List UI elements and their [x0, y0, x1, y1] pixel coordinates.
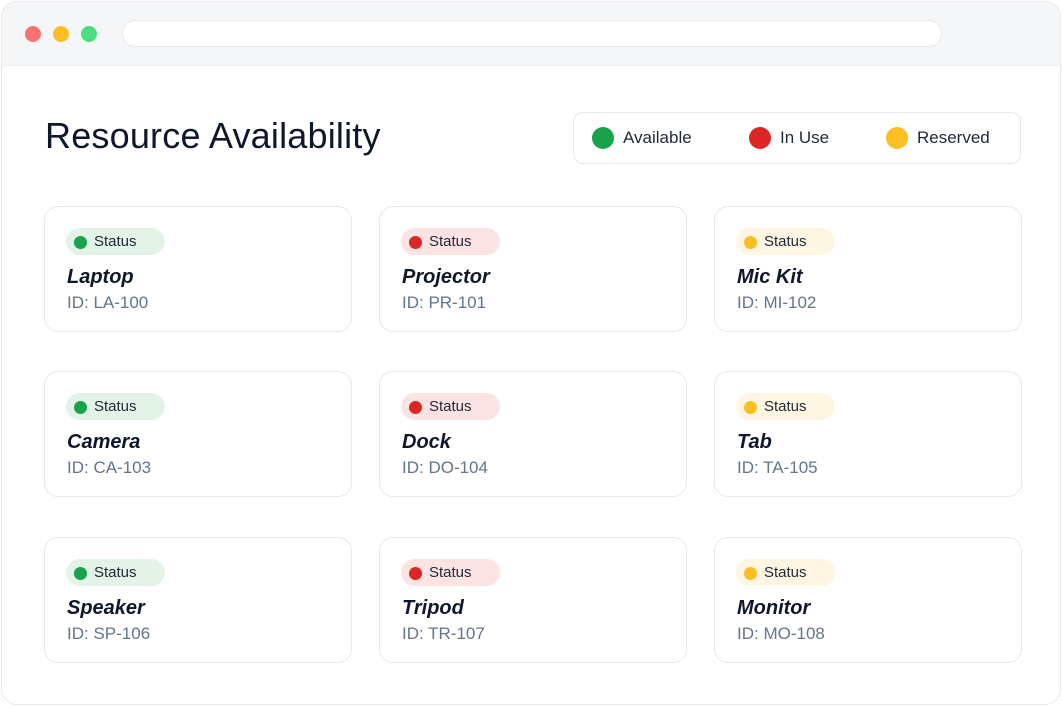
status-dot-icon: [409, 236, 422, 249]
resource-name: Laptop: [67, 266, 134, 288]
resource-id: ID: DO-104: [402, 458, 488, 477]
resource-name: Projector: [402, 266, 490, 288]
reserved-dot-icon: [886, 127, 908, 149]
status-badge-label: Status: [764, 233, 807, 250]
resource-name: Speaker: [67, 597, 145, 619]
status-badge-label: Status: [764, 564, 807, 581]
minimize-window-button[interactable]: [53, 26, 69, 42]
page-title: Resource Availability: [45, 115, 381, 156]
status-dot-icon: [409, 401, 422, 414]
resource-id: ID: LA-100: [67, 293, 149, 312]
resource-card[interactable]: Status Camera ID: CA-103: [44, 371, 352, 497]
status-dot-icon: [744, 567, 757, 580]
status-badge: Status: [401, 393, 500, 420]
close-window-button[interactable]: [25, 26, 41, 42]
status-badge-label: Status: [94, 564, 137, 581]
in-use-dot-icon: [749, 127, 771, 149]
status-dot-icon: [744, 236, 757, 249]
maximize-window-button[interactable]: [81, 26, 97, 42]
resource-name: Tab: [737, 431, 772, 453]
resource-card[interactable]: Status Monitor ID: MO-108: [714, 537, 1022, 663]
resource-name: Dock: [402, 431, 451, 453]
resource-id: ID: SP-106: [67, 624, 151, 643]
status-badge: Status: [401, 228, 500, 255]
resource-card[interactable]: Status Mic Kit ID: MI-102: [714, 206, 1022, 332]
resource-card[interactable]: Status Tab ID: TA-105: [714, 371, 1022, 497]
resource-name: Tripod: [402, 597, 464, 619]
resource-name: Monitor: [737, 597, 811, 619]
resource-name: Camera: [67, 431, 141, 453]
status-badge: Status: [736, 559, 835, 586]
available-dot-icon: [592, 127, 614, 149]
resource-card[interactable]: Status Tripod ID: TR-107: [379, 537, 687, 663]
status-dot-icon: [74, 236, 87, 249]
window-titlebar: [2, 2, 1060, 66]
status-dot-icon: [744, 401, 757, 414]
status-badge-label: Status: [94, 233, 137, 250]
legend-label: Reserved: [917, 128, 990, 147]
address-bar[interactable]: [122, 20, 942, 47]
status-badge-label: Status: [94, 398, 137, 415]
legend-item-in-use: In Use: [749, 113, 829, 163]
resource-id: ID: MO-108: [737, 624, 825, 643]
status-badge: Status: [401, 559, 500, 586]
resource-name: Mic Kit: [737, 266, 803, 288]
resource-id: ID: TA-105: [737, 458, 818, 477]
resource-card[interactable]: Status Speaker ID: SP-106: [44, 537, 352, 663]
status-badge-label: Status: [429, 564, 472, 581]
status-dot-icon: [74, 567, 87, 580]
resource-id: ID: TR-107: [402, 624, 485, 643]
browser-window: Resource Availability Available In Use R…: [1, 1, 1061, 705]
status-badge-label: Status: [429, 233, 472, 250]
status-dot-icon: [74, 401, 87, 414]
status-badge-label: Status: [429, 398, 472, 415]
resource-id: ID: MI-102: [737, 293, 817, 312]
resource-card[interactable]: Status Laptop ID: LA-100: [44, 206, 352, 332]
legend-item-available: Available: [592, 113, 692, 163]
legend-label: Available: [623, 128, 692, 147]
status-badge-label: Status: [764, 398, 807, 415]
resource-card[interactable]: Status Dock ID: DO-104: [379, 371, 687, 497]
status-badge: Status: [736, 393, 835, 420]
resource-id: ID: CA-103: [67, 458, 152, 477]
legend-label: In Use: [780, 128, 830, 147]
status-badge: Status: [66, 393, 165, 420]
status-badge: Status: [736, 228, 835, 255]
status-badge: Status: [66, 228, 165, 255]
status-dot-icon: [409, 567, 422, 580]
status-legend: Available In Use Reserved: [573, 112, 1021, 164]
status-badge: Status: [66, 559, 165, 586]
resource-card[interactable]: Status Projector ID: PR-101: [379, 206, 687, 332]
legend-item-reserved: Reserved: [886, 113, 990, 163]
resource-id: ID: PR-101: [402, 293, 487, 312]
